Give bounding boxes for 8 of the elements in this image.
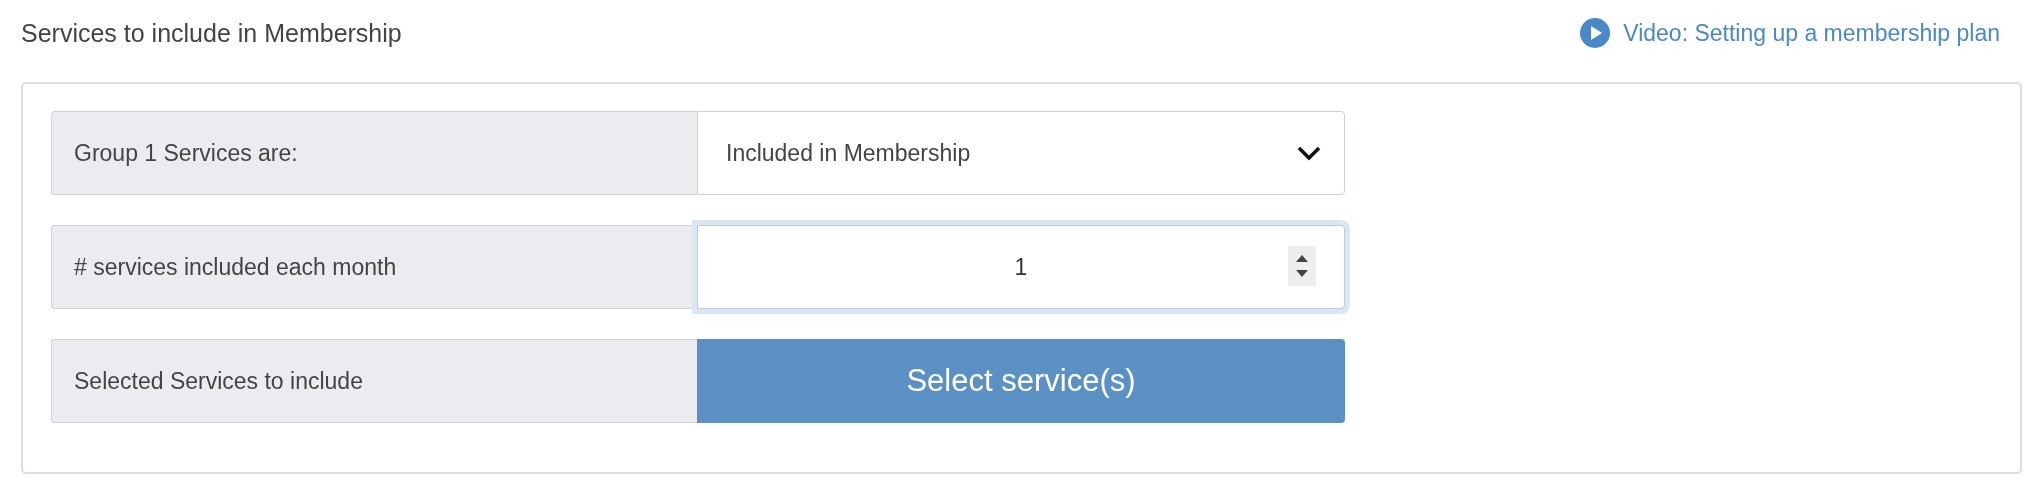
field-label: Selected Services to include	[51, 339, 697, 423]
field-label: Group 1 Services are:	[51, 111, 697, 195]
video-link[interactable]: Video: Setting up a membership plan	[1579, 17, 2000, 49]
chevron-down-icon	[1296, 145, 1322, 161]
section-title: Services to include in Membership	[21, 18, 402, 48]
dropdown[interactable]: Included in Membership	[697, 111, 1345, 195]
spinner-icon	[1288, 246, 1316, 286]
play-icon	[1579, 17, 1612, 49]
